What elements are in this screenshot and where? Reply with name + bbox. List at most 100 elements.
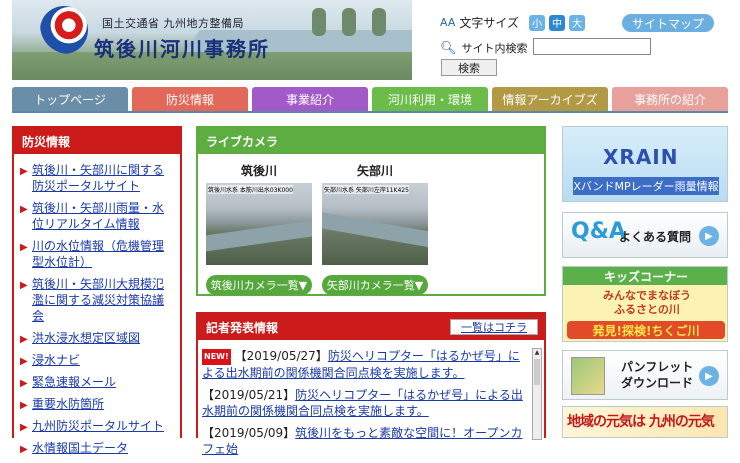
sidebar-item: ▶ 九州防災ポータルサイト (20, 418, 174, 434)
press-date: 【2019/05/27】 (234, 349, 328, 363)
camera-yabe: 矢部川 矢部川水系 矢部川左岸11K425 矢部川カメラ一覧▼ (322, 162, 428, 295)
sidebar-link[interactable]: 緊急速報メール (32, 375, 116, 389)
sidebar-item: ▶ 緊急速報メール (20, 374, 174, 390)
xrain-subtitle: XバンドMPレーダー雨量情報 (573, 177, 719, 195)
sitemap-button[interactable]: サイトマップ (622, 14, 714, 32)
sidebar-link[interactable]: 川の水位情報（危機管理型水位計） (32, 239, 164, 269)
pamphlet-line: ダウンロード (621, 376, 694, 390)
font-size-large-button[interactable]: 大 (569, 14, 585, 31)
press-date: 【2019/05/09】 (202, 425, 296, 440)
arrow-icon: ▶ (20, 378, 28, 389)
font-size-control: AA 文字サイズ 小 中 大 (440, 14, 585, 31)
search-input[interactable] (533, 38, 651, 55)
sidebar-item: ▶ 筑後川・矢部川雨量・水位リアルタイム情報 (20, 200, 174, 232)
sidebar-link[interactable]: 洪水浸水想定区域図 (32, 331, 140, 345)
kids-text: みんなでまなぼう ふるさとの川 (603, 289, 691, 317)
press-scrollbar[interactable]: ▲ (532, 348, 542, 440)
header-banner[interactable]: 国土交通省 九州地方整備局 筑後川河川事務所 (12, 0, 412, 80)
pamphlet-icon (571, 357, 605, 395)
sidebar-title: 防災情報 (14, 128, 180, 154)
arrow-icon: ▶ (20, 242, 28, 253)
sidebar-item: ▶ 洪水浸水想定区域図 (20, 330, 174, 346)
search-icon: 🔍︎ (440, 40, 457, 56)
sidebar-item: ▶ 筑後川・矢部川に関する防災ポータルサイト (20, 162, 174, 194)
tab-top[interactable]: トップページ (12, 87, 128, 111)
sidebar-link[interactable]: 九州防災ポータルサイト (32, 419, 164, 433)
search-label: サイト内検索 (461, 42, 528, 55)
genki-text: 地域の元気は 九州の元気 (567, 414, 715, 430)
arrow-icon: ▶ (20, 280, 28, 291)
press-release-panel: 記者発表情報 一覧はコチラ NEW! 【2019/05/27】防災ヘリコプター「は… (196, 312, 546, 456)
camera-image[interactable]: 筑後川水系 本筋川出水03K000 (206, 183, 312, 265)
kyushu-genki-banner[interactable]: 地域の元気は 九州の元気 (562, 406, 728, 438)
sidebar-link[interactable]: 筑後川・矢部川雨量・水位リアルタイム情報 (32, 201, 164, 231)
press-list: NEW! 【2019/05/27】防災ヘリコプター「はるかぜ号」による出水期前の関… (198, 348, 532, 463)
sidebar-item: ▶ 筑後川・矢部川大規模氾濫に関する減災対策協議会 (20, 276, 174, 324)
font-size-small-button[interactable]: 小 (529, 14, 545, 31)
nav-divider (12, 111, 728, 113)
font-size-medium-button[interactable]: 中 (549, 14, 565, 31)
font-size-icon: AA (440, 16, 456, 29)
scroll-thumb[interactable] (534, 359, 540, 385)
press-item: 【2019/05/21】防災ヘリコプター「はるかぜ号」による出水期前の関係機関合… (202, 387, 528, 419)
new-badge: NEW! (202, 348, 231, 365)
tab-archives[interactable]: 情報アーカイブズ (492, 87, 608, 111)
arrow-icon: ▶ (20, 356, 28, 367)
disaster-info-sidebar: 防災情報 ▶ 筑後川・矢部川に関する防災ポータルサイト ▶ 筑後川・矢部川雨量・水位… (12, 126, 182, 455)
tab-office-intro[interactable]: 事務所の紹介 (612, 87, 728, 111)
arrow-right-icon: ▶ (699, 366, 719, 386)
arrow-icon: ▶ (20, 400, 28, 411)
sidebar-link[interactable]: 重要水防箇所 (32, 397, 104, 411)
pamphlet-line: パンフレット (621, 360, 694, 374)
press-date: 【2019/05/21】 (202, 387, 296, 402)
sidebar-item: ▶ 重要水防箇所 (20, 396, 174, 412)
sidebar-link[interactable]: 筑後川・矢部川大規模氾濫に関する減災対策協議会 (32, 277, 164, 323)
camera-caption: 矢部川水系 矢部川左岸11K425 (324, 185, 409, 194)
arrow-icon: ▶ (20, 334, 28, 345)
pamphlet-label: パンフレット ダウンロード (621, 359, 693, 391)
press-list-link[interactable]: 一覧はコチラ (450, 319, 538, 335)
camera-image[interactable]: 矢部川水系 矢部川左岸11K425 (322, 183, 428, 265)
pamphlet-banner[interactable]: パンフレット ダウンロード ▶ (562, 350, 728, 400)
arrow-icon: ▶ (20, 422, 28, 433)
camera-name: 筑後川 (240, 164, 277, 178)
search-button[interactable]: 検索 (441, 59, 497, 76)
kids-title: キッズコーナー (563, 267, 727, 285)
site-header: 国土交通省 九州地方整備局 筑後川河川事務所 AA 文字サイズ 小 中 大 サイ… (0, 0, 740, 82)
arrow-icon: ▶ (20, 204, 28, 215)
sidebar-link[interactable]: 筑後川・矢部川に関する防災ポータルサイト (32, 163, 164, 193)
camera-title: ライブカメラ (198, 128, 544, 154)
faq-label: よくある質問 (619, 230, 692, 244)
sidebar-item: ▶ 浸水ナビ (20, 352, 174, 368)
tab-disaster-info[interactable]: 防災情報 (132, 87, 248, 111)
sidebar-item: ▶ 川の水位情報（危機管理型水位計） (20, 238, 174, 270)
press-item: NEW! 【2019/05/27】防災ヘリコプター「はるかぜ号」による出水期前の関… (202, 348, 528, 381)
sidebar-link[interactable]: 水情報国土データ (32, 441, 128, 455)
sidebar-link[interactable]: 浸水ナビ (32, 353, 80, 367)
kids-line: ふるさとの川 (614, 303, 680, 316)
press-item: 【2019/05/09】筑後川をもっと素敵な空間に！オープンカフェ始 (202, 425, 528, 457)
camera-chikugo: 筑後川 筑後川水系 本筋川出水03K000 筑後川カメラ一覧▼ (206, 162, 312, 295)
tab-river-use[interactable]: 河川利用・環境 (372, 87, 488, 111)
qa-icon: Q&A (571, 219, 626, 244)
office-title: 筑後川河川事務所 (94, 37, 270, 61)
arrow-icon: ▶ (20, 444, 28, 455)
camera-list-button[interactable]: 矢部川カメラ一覧▼ (322, 275, 428, 295)
live-camera-panel: ライブカメラ 筑後川 筑後川水系 本筋川出水03K000 筑後川カメラ一覧▼ 矢… (196, 126, 546, 296)
camera-name: 矢部川 (356, 164, 393, 178)
camera-list-button[interactable]: 筑後川カメラ一覧▼ (206, 275, 312, 295)
arrow-right-icon: ▶ (699, 226, 719, 246)
arrow-icon: ▶ (20, 166, 28, 177)
font-size-label: 文字サイズ (459, 16, 519, 30)
kids-banner-text: 発見!探検!ちくご川 (567, 321, 725, 339)
faq-banner[interactable]: Q&A よくある質問 ▶ (562, 212, 728, 258)
sidebar-item: ▶ 水情報国土データ (20, 440, 174, 456)
search-label-row: 🔍︎ サイト内検索 (440, 40, 528, 56)
kids-corner-banner[interactable]: キッズコーナー みんなでまなぼう ふるさとの川 発見!探検!ちくご川 (562, 266, 728, 342)
ministry-name: 国土交通省 九州地方整備局 (102, 17, 244, 30)
xrain-banner[interactable]: XRAIN XバンドMPレーダー雨量情報 (562, 126, 728, 202)
scroll-up-icon[interactable]: ▲ (533, 349, 541, 357)
ministry-logo-icon (40, 6, 88, 54)
kids-line: みんなでまなぼう (603, 289, 691, 302)
tab-projects[interactable]: 事業紹介 (252, 87, 368, 111)
